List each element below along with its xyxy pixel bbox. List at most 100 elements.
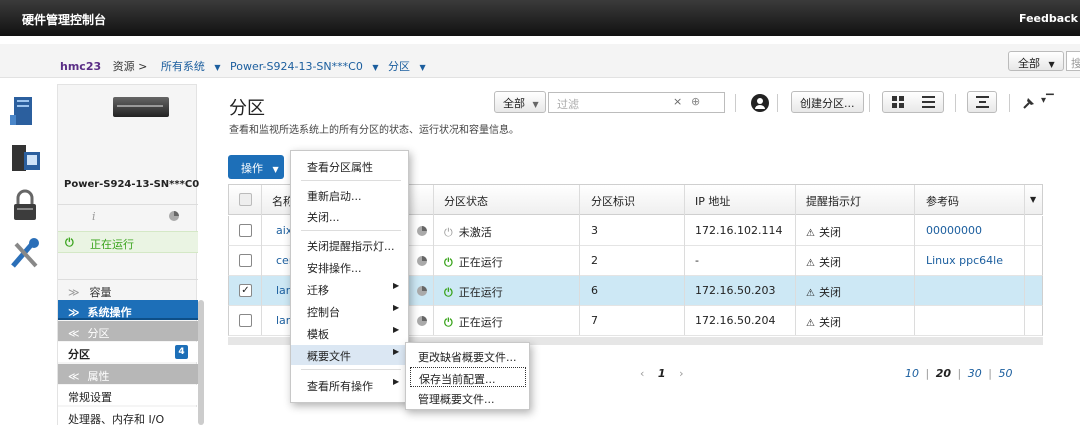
menu-item-schedule[interactable]: 安排操作... [291, 257, 408, 277]
row-checkbox[interactable] [239, 254, 252, 267]
column-menu-icon[interactable]: ▼ [1030, 195, 1036, 204]
column-id[interactable]: 分区标识 [591, 193, 635, 209]
column-indicator[interactable]: 提醒指示灯 [806, 193, 861, 209]
menu-item-migrate[interactable]: 迁移 ▶ [291, 279, 408, 299]
sidebar-item-partitions[interactable]: 分区 4 [58, 342, 198, 362]
menu-item-label: 查看所有操作 [307, 380, 373, 393]
reference-code[interactable]: Linux ppc64le [926, 254, 1003, 267]
power-icon: ⏻ [444, 286, 453, 299]
filter-input[interactable]: 过滤 × ⊕ [548, 92, 725, 113]
systems-icon[interactable] [8, 140, 42, 176]
actions-label: 操作 [241, 162, 263, 175]
pie-chart-icon[interactable] [416, 315, 428, 330]
sidebar-item-general[interactable]: 常规设置 [58, 385, 198, 405]
menu-item-view-properties[interactable]: 查看分区属性 [291, 156, 408, 176]
page-size-30[interactable]: 30 [968, 367, 982, 380]
sidebar-item-label: 常规设置 [68, 391, 112, 404]
capacity-section[interactable]: ≫ 容量 [58, 279, 198, 299]
view-toggle[interactable] [882, 91, 944, 113]
partitions-section[interactable]: ≪ 分区 [58, 321, 198, 341]
breadcrumb-caret-icon[interactable]: ▼ [214, 63, 220, 72]
user-icon[interactable] [751, 94, 769, 112]
menu-item-restart[interactable]: 重新启动... [291, 185, 408, 205]
warning-icon: ⚠ [806, 258, 815, 269]
feedback-link[interactable]: Feedback [1019, 12, 1078, 25]
indicator-label: 关闭 [818, 316, 841, 329]
menu-item-manage-profiles[interactable]: 管理概要文件... [410, 388, 526, 408]
actions-button[interactable]: 操作 ▼ [228, 155, 284, 179]
menu-item-indicator-off[interactable]: 关闭提醒指示灯... [291, 235, 408, 255]
menu-item-label: 关闭... [307, 211, 340, 224]
prev-page-icon[interactable]: ‹ [640, 367, 644, 380]
toolbar-divider [955, 94, 956, 112]
system-operations-label: 系统操作 [87, 306, 132, 319]
scope-select[interactable]: 全部 ▼ [1008, 51, 1064, 71]
filter-scope-select[interactable]: 全部 ▼ [494, 91, 546, 113]
power-icon: ⏻ [444, 316, 453, 329]
servers-icon[interactable] [8, 93, 42, 129]
more-options-icon[interactable]: ▾▔ [1041, 95, 1054, 106]
system-operations-section[interactable]: ≫ 系统操作 [58, 300, 198, 320]
breadcrumb-host[interactable]: hmc23 [60, 60, 101, 73]
menu-item-all-actions[interactable]: 查看所有操作 ▶ [291, 375, 408, 395]
tools-icon[interactable] [8, 236, 42, 272]
breadcrumb-system[interactable]: Power-S924-13-SN***C0 [230, 60, 363, 73]
row-checkbox[interactable] [239, 314, 252, 327]
pie-chart-icon[interactable] [416, 255, 428, 270]
next-page-icon[interactable]: › [679, 367, 683, 380]
pie-chart-icon[interactable] [416, 225, 428, 240]
top-bar: 硬件管理控制台 Feedback [0, 0, 1080, 36]
partition-id: 7 [591, 314, 598, 327]
page-size-10[interactable]: 10 [905, 367, 919, 380]
clear-icon[interactable]: × [673, 95, 682, 108]
partition-id: 2 [591, 254, 598, 267]
breadcrumb-caret-icon[interactable]: ▼ [372, 63, 378, 72]
lock-icon[interactable] [8, 188, 42, 224]
sidebar-item-processor[interactable]: 处理器、内存和 I/O [58, 407, 198, 427]
breadcrumb-caret-icon[interactable]: ▼ [419, 63, 425, 72]
column-reference[interactable]: 参考码 [926, 193, 959, 209]
global-search-input[interactable]: 搜 [1066, 51, 1080, 71]
menu-divider [301, 180, 401, 181]
list-view-icon[interactable] [922, 96, 935, 111]
menu-item-profiles[interactable]: 概要文件 ▶ [291, 345, 408, 365]
menu-item-save-current-config[interactable]: 保存当前配置... [410, 367, 526, 387]
menu-item-change-default-profile[interactable]: 更改缺省概要文件... [410, 346, 526, 366]
chevron-up-icon: ≪ [68, 370, 80, 383]
select-all-checkbox[interactable] [239, 193, 252, 206]
column-ip[interactable]: IP 地址 [695, 193, 730, 209]
column-state[interactable]: 分区状态 [444, 193, 488, 209]
collapse-button[interactable] [967, 91, 997, 113]
ip-address: - [695, 254, 699, 267]
filter-go-icon[interactable]: ⊕ [691, 95, 700, 108]
pie-chart-icon[interactable] [416, 285, 428, 300]
page-size-50[interactable]: 50 [998, 367, 1012, 380]
menu-item-template[interactable]: 模板 ▶ [291, 323, 408, 343]
reference-code[interactable]: 00000000 [926, 224, 982, 237]
column-divider [684, 185, 685, 335]
breadcrumb-resources[interactable]: 资源 > [113, 60, 148, 73]
page-description: 查看和监视所选系统上的所有分区的状态、运行状况和容量信息。 [229, 125, 519, 136]
row-checkbox[interactable] [239, 224, 252, 237]
menu-item-shutdown[interactable]: 关闭... [291, 206, 408, 226]
attention-indicator: ⚠ 关闭 [806, 224, 841, 240]
page-size-20[interactable]: 20 [936, 367, 951, 380]
properties-section[interactable]: ≪ 属性 [58, 364, 198, 384]
app-title: 硬件管理控制台 [22, 13, 107, 27]
pie-chart-icon[interactable] [168, 210, 180, 225]
sidebar-scrollbar[interactable] [198, 300, 204, 425]
sidebar-item-label: 处理器、内存和 I/O [68, 413, 165, 426]
breadcrumb-all-systems[interactable]: 所有系统 [161, 60, 205, 73]
info-icon[interactable]: i [92, 210, 96, 223]
partition-state: ⏻ 正在运行 [444, 314, 503, 330]
pin-icon[interactable] [1021, 95, 1037, 114]
row-checkbox[interactable]: ✓ [239, 284, 252, 297]
toolbar-divider [869, 94, 870, 112]
create-partition-button[interactable]: 创建分区... [791, 91, 864, 113]
grid-view-icon[interactable] [892, 96, 904, 111]
indicator-label: 关闭 [818, 256, 841, 269]
menu-item-console[interactable]: 控制台 ▶ [291, 301, 408, 321]
state-label: 未激活 [458, 226, 492, 239]
breadcrumb-partitions[interactable]: 分区 [388, 60, 410, 73]
submenu-arrow-icon: ▶ [393, 303, 400, 312]
